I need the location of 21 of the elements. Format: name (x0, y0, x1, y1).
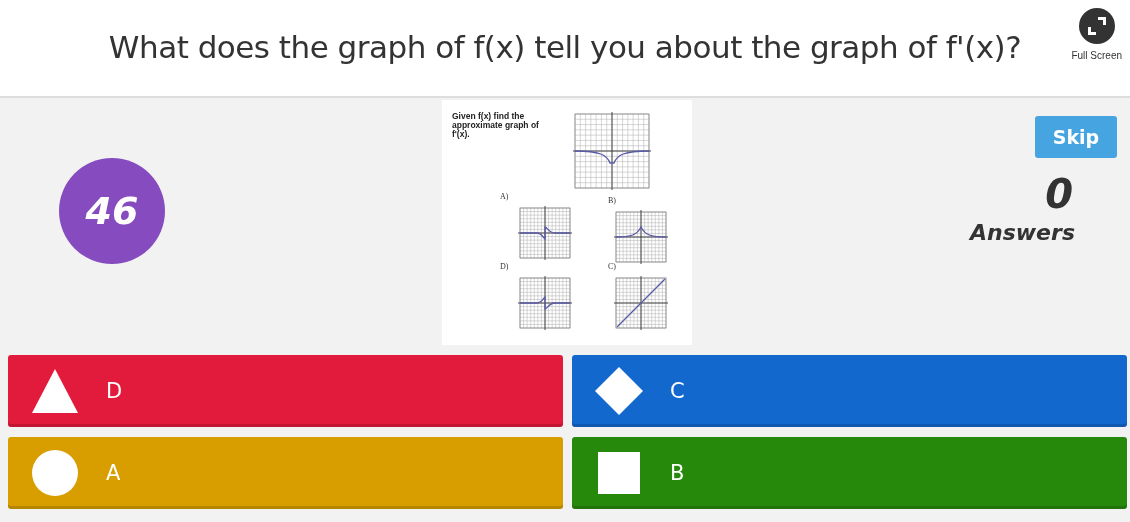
answer-button[interactable]: C (572, 355, 1127, 427)
circle-icon (30, 448, 80, 498)
answer-button[interactable]: D (8, 355, 563, 427)
answer-button[interactable]: A (8, 437, 563, 509)
graph-drawing (614, 210, 668, 264)
instruction-text: Given f(x) find the approximate graph of f'(x). (452, 112, 540, 139)
graph-drawing (518, 276, 572, 330)
option-label: B) (608, 196, 616, 205)
answers-label: Answers (970, 220, 1075, 245)
answer-button[interactable]: B (572, 437, 1127, 509)
option-label: A) (500, 192, 509, 201)
diamond-icon (594, 366, 644, 416)
option-label: D) (500, 262, 509, 271)
answer-count: 0 (1045, 172, 1073, 216)
timer-badge: 46 (59, 158, 165, 264)
full-screen-button[interactable]: Full Screen (1071, 8, 1122, 61)
graph-drawing (518, 206, 572, 260)
question-title: What does the graph of f(x) tell you about the graph of f'(x)? (107, 29, 1023, 67)
graph-drawing (614, 276, 668, 330)
skip-button[interactable]: Skip (1035, 116, 1117, 158)
option-label: C) (608, 262, 616, 271)
